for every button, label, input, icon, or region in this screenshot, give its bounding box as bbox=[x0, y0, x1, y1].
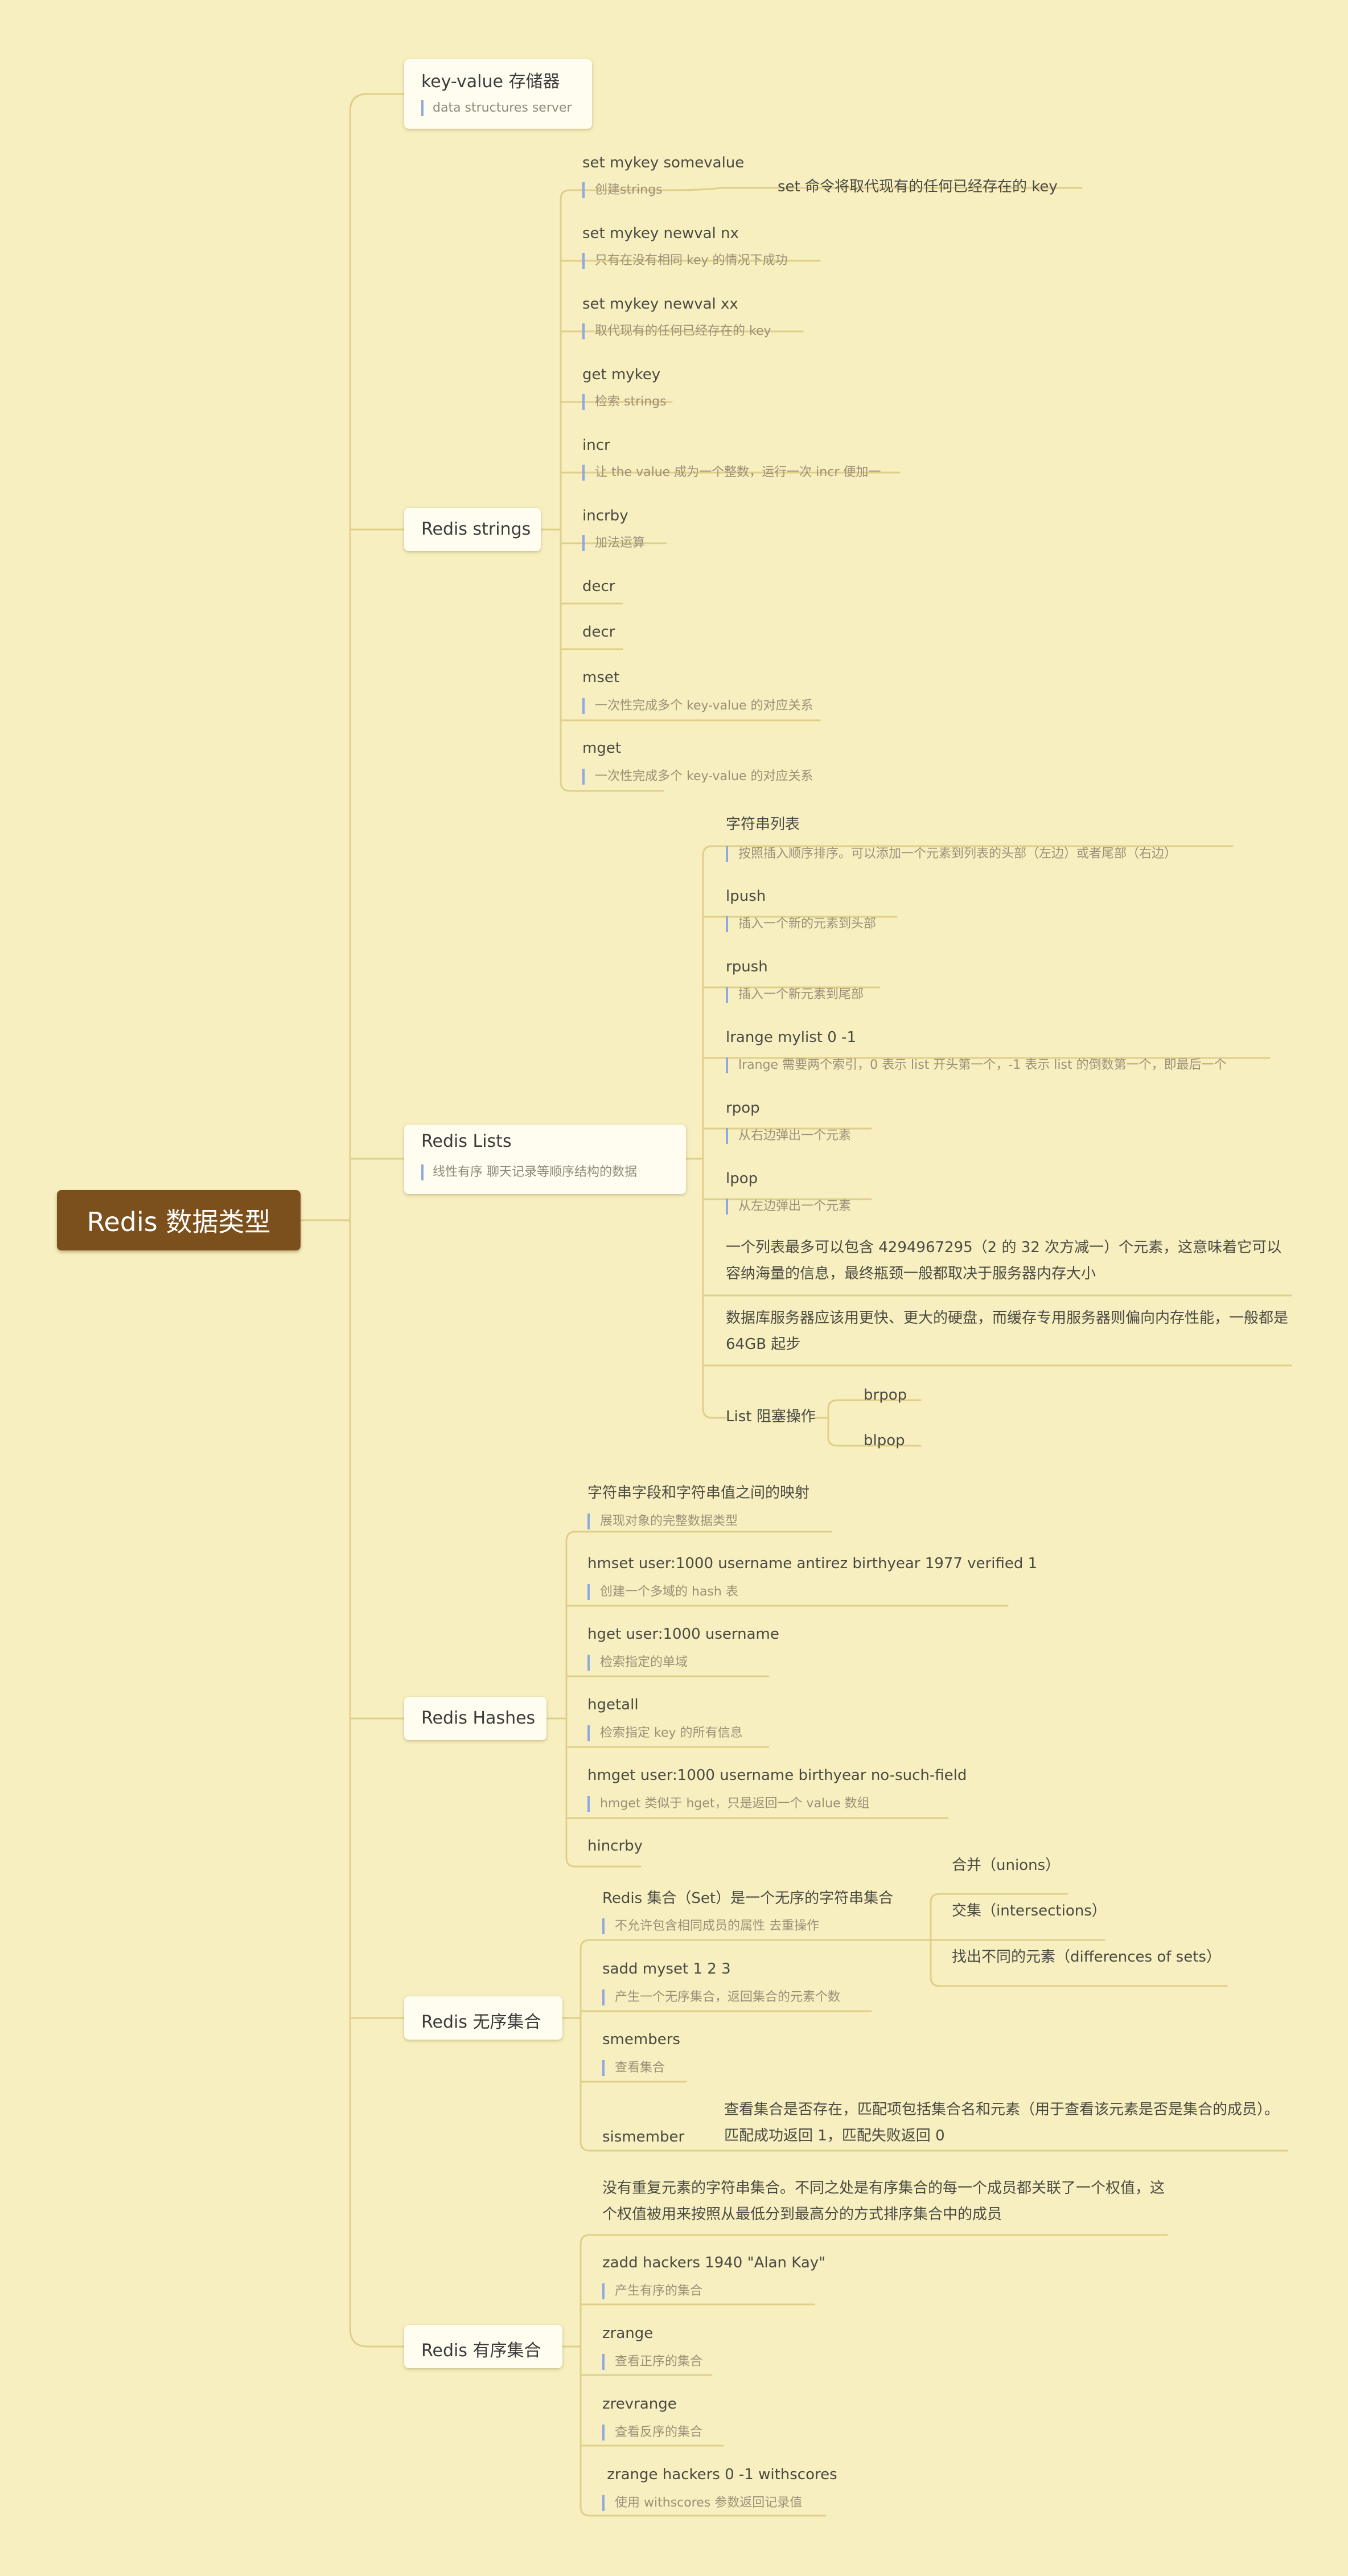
sets-note-sadd: 产生一个无序集合，返回集合的元素个数 bbox=[602, 1990, 840, 2005]
branch-note: data structures server bbox=[421, 100, 572, 116]
lists-note-lrange: lrange 需要两个索引，0 表示 list 开头第一个，-1 表示 list… bbox=[726, 1057, 1227, 1073]
strings-item-decr[interactable]: decr bbox=[582, 576, 615, 597]
hashes-item-hincrby[interactable]: hincrby bbox=[587, 1836, 643, 1856]
strings-item-set-xx[interactable]: set mykey newval xx bbox=[582, 294, 738, 314]
branch-title: Redis 无序集合 bbox=[421, 2012, 541, 2032]
lists-capacity-text[interactable]: 一个列表最多可以包含 4294967295（2 的 32 次方减一）个元素，这意… bbox=[726, 1234, 1289, 1287]
lists-note-lpop: 从左边弹出一个元素 bbox=[726, 1199, 851, 1215]
zsets-note-zrevrange: 查看反序的集合 bbox=[602, 2425, 702, 2440]
branch-title: Redis 有序集合 bbox=[421, 2341, 541, 2361]
strings-item-incrby[interactable]: incrby bbox=[582, 506, 628, 526]
strings-note-set-xx: 取代现有的任何已经存在的 key bbox=[582, 323, 771, 339]
strings-item-decr-2[interactable]: decr bbox=[582, 622, 615, 642]
lists-item-rpop[interactable]: rpop bbox=[726, 1098, 760, 1118]
strings-note-get: 检索 strings bbox=[582, 394, 667, 410]
root-topic[interactable]: Redis 数据类型 bbox=[57, 1190, 301, 1250]
branch-key-value[interactable]: key-value 存储器 data structures server bbox=[404, 59, 592, 129]
sets-unions[interactable]: 合并（unions） bbox=[952, 1855, 1060, 1876]
lists-brpop[interactable]: brpop bbox=[864, 1385, 907, 1405]
branch-redis-sets[interactable]: Redis 无序集合 bbox=[404, 1996, 562, 2040]
hashes-item-hmget[interactable]: hmget user:1000 username birthyear no-su… bbox=[587, 1765, 967, 1786]
sets-item-sismember[interactable]: sismember bbox=[602, 2127, 684, 2147]
zsets-note-zadd: 产生有序的集合 bbox=[602, 2283, 702, 2299]
branch-title: key-value 存储器 bbox=[421, 72, 560, 92]
branch-redis-lists[interactable]: Redis Lists 线性有序 聊天记录等顺序结构的数据 bbox=[404, 1125, 686, 1194]
strings-item-incr[interactable]: incr bbox=[582, 435, 610, 456]
hashes-item-hmset[interactable]: hmset user:1000 username antirez birthye… bbox=[587, 1553, 1037, 1574]
strings-side-note[interactable]: set 命令将取代现有的任何已经存在的 key bbox=[778, 177, 1058, 197]
strings-item-mset[interactable]: mset bbox=[582, 667, 619, 688]
sets-item-smembers[interactable]: smembers bbox=[602, 2029, 680, 2050]
zsets-item-withscores[interactable]: zrange hackers 0 -1 withscores bbox=[602, 2464, 837, 2485]
sets-note-smembers: 查看集合 bbox=[602, 2060, 665, 2076]
lists-note-rpush: 插入一个新元素到尾部 bbox=[726, 987, 864, 1003]
zsets-item-zadd[interactable]: zadd hackers 1940 "Alan Kay" bbox=[602, 2253, 825, 2273]
strings-note-mget: 一次性完成多个 key-value 的对应关系 bbox=[582, 769, 813, 785]
lists-blpop[interactable]: blpop bbox=[864, 1430, 905, 1451]
hashes-note-hgetall: 检索指定 key 的所有信息 bbox=[587, 1725, 743, 1741]
strings-note-set-nx: 只有在没有相同 key 的情况下成功 bbox=[582, 253, 788, 269]
branch-title: Redis Hashes bbox=[421, 1708, 536, 1728]
branch-title: Redis strings bbox=[421, 519, 531, 539]
zsets-note-withscores: 使用 withscores 参数返回记录值 bbox=[602, 2495, 802, 2511]
branch-redis-hashes[interactable]: Redis Hashes bbox=[404, 1697, 546, 1740]
branch-redis-zsets[interactable]: Redis 有序集合 bbox=[404, 2325, 562, 2368]
lists-server-text[interactable]: 数据库服务器应该用更快、更大的硬盘，而缓存专用服务器则偏向内存性能，一般都是 6… bbox=[726, 1305, 1289, 1357]
hashes-note-hmset: 创建一个多域的 hash 表 bbox=[587, 1584, 738, 1600]
zsets-note-zrange: 查看正序的集合 bbox=[602, 2354, 702, 2370]
sets-sismember-desc[interactable]: 查看集合是否存在，匹配项包括集合名和元素（用于查看该元素是否是集合的成员）。匹配… bbox=[724, 2097, 1288, 2149]
zsets-item-zrange[interactable]: zrange bbox=[602, 2323, 653, 2344]
hashes-item-hgetall[interactable]: hgetall bbox=[587, 1695, 639, 1715]
hashes-note-hget: 检索指定的单域 bbox=[587, 1655, 688, 1671]
lists-item-lpop[interactable]: lpop bbox=[726, 1168, 758, 1189]
strings-item-get[interactable]: get mykey bbox=[582, 364, 660, 385]
sets-note-definition: 不允许包含相同成员的属性 去重操作 bbox=[602, 1918, 819, 1934]
hashes-item-hget[interactable]: hget user:1000 username bbox=[587, 1624, 779, 1644]
branch-note: 线性有序 聊天记录等顺序结构的数据 bbox=[421, 1164, 637, 1180]
lists-item-rpush[interactable]: rpush bbox=[726, 957, 768, 977]
strings-item-set[interactable]: set mykey somevalue bbox=[582, 153, 744, 173]
sets-differences[interactable]: 找出不同的元素（differences of sets） bbox=[952, 1947, 1221, 1967]
strings-note-incr: 让 the value 成为一个整数，运行一次 incr 便加一 bbox=[582, 465, 881, 481]
lists-note-lpush: 插入一个新的元素到头部 bbox=[726, 916, 876, 932]
lists-note-string-list: 按照插入顺序排序。可以添加一个元素到列表的头部（左边）或者尾部（右边） bbox=[726, 846, 1177, 862]
zsets-intro-text[interactable]: 没有重复元素的字符串集合。不同之处是有序集合的每一个成员都关联了一个权值，这个权… bbox=[602, 2175, 1172, 2228]
lists-item-lrange[interactable]: lrange mylist 0 -1 bbox=[726, 1027, 856, 1048]
strings-note-set: 创建strings bbox=[582, 182, 663, 198]
strings-item-mget[interactable]: mget bbox=[582, 738, 621, 758]
sets-item-sadd[interactable]: sadd myset 1 2 3 bbox=[602, 1959, 731, 1979]
hashes-item-mapping[interactable]: 字符串字段和字符串值之间的映射 bbox=[587, 1483, 809, 1503]
sets-intersections[interactable]: 交集（intersections） bbox=[952, 1901, 1107, 1921]
zsets-item-zrevrange[interactable]: zrevrange bbox=[602, 2394, 677, 2414]
lists-note-rpop: 从右边弹出一个元素 bbox=[726, 1128, 851, 1144]
strings-note-incrby: 加法运算 bbox=[582, 535, 645, 551]
branch-title: Redis Lists bbox=[421, 1131, 512, 1151]
strings-item-set-nx[interactable]: set mykey newval nx bbox=[582, 223, 739, 244]
branch-redis-strings[interactable]: Redis strings bbox=[404, 508, 541, 551]
hashes-note-mapping: 展现对象的完整数据类型 bbox=[587, 1513, 738, 1529]
lists-blocking-ops[interactable]: List 阻塞操作 bbox=[726, 1406, 816, 1427]
strings-note-mset: 一次性完成多个 key-value 的对应关系 bbox=[582, 698, 813, 714]
lists-item-lpush[interactable]: lpush bbox=[726, 886, 766, 906]
lists-item-string-list[interactable]: 字符串列表 bbox=[726, 814, 800, 835]
sets-item-definition[interactable]: Redis 集合（Set）是一个无序的字符串集合 bbox=[602, 1888, 893, 1909]
hashes-note-hmget: hmget 类似于 hget，只是返回一个 value 数组 bbox=[587, 1796, 870, 1812]
